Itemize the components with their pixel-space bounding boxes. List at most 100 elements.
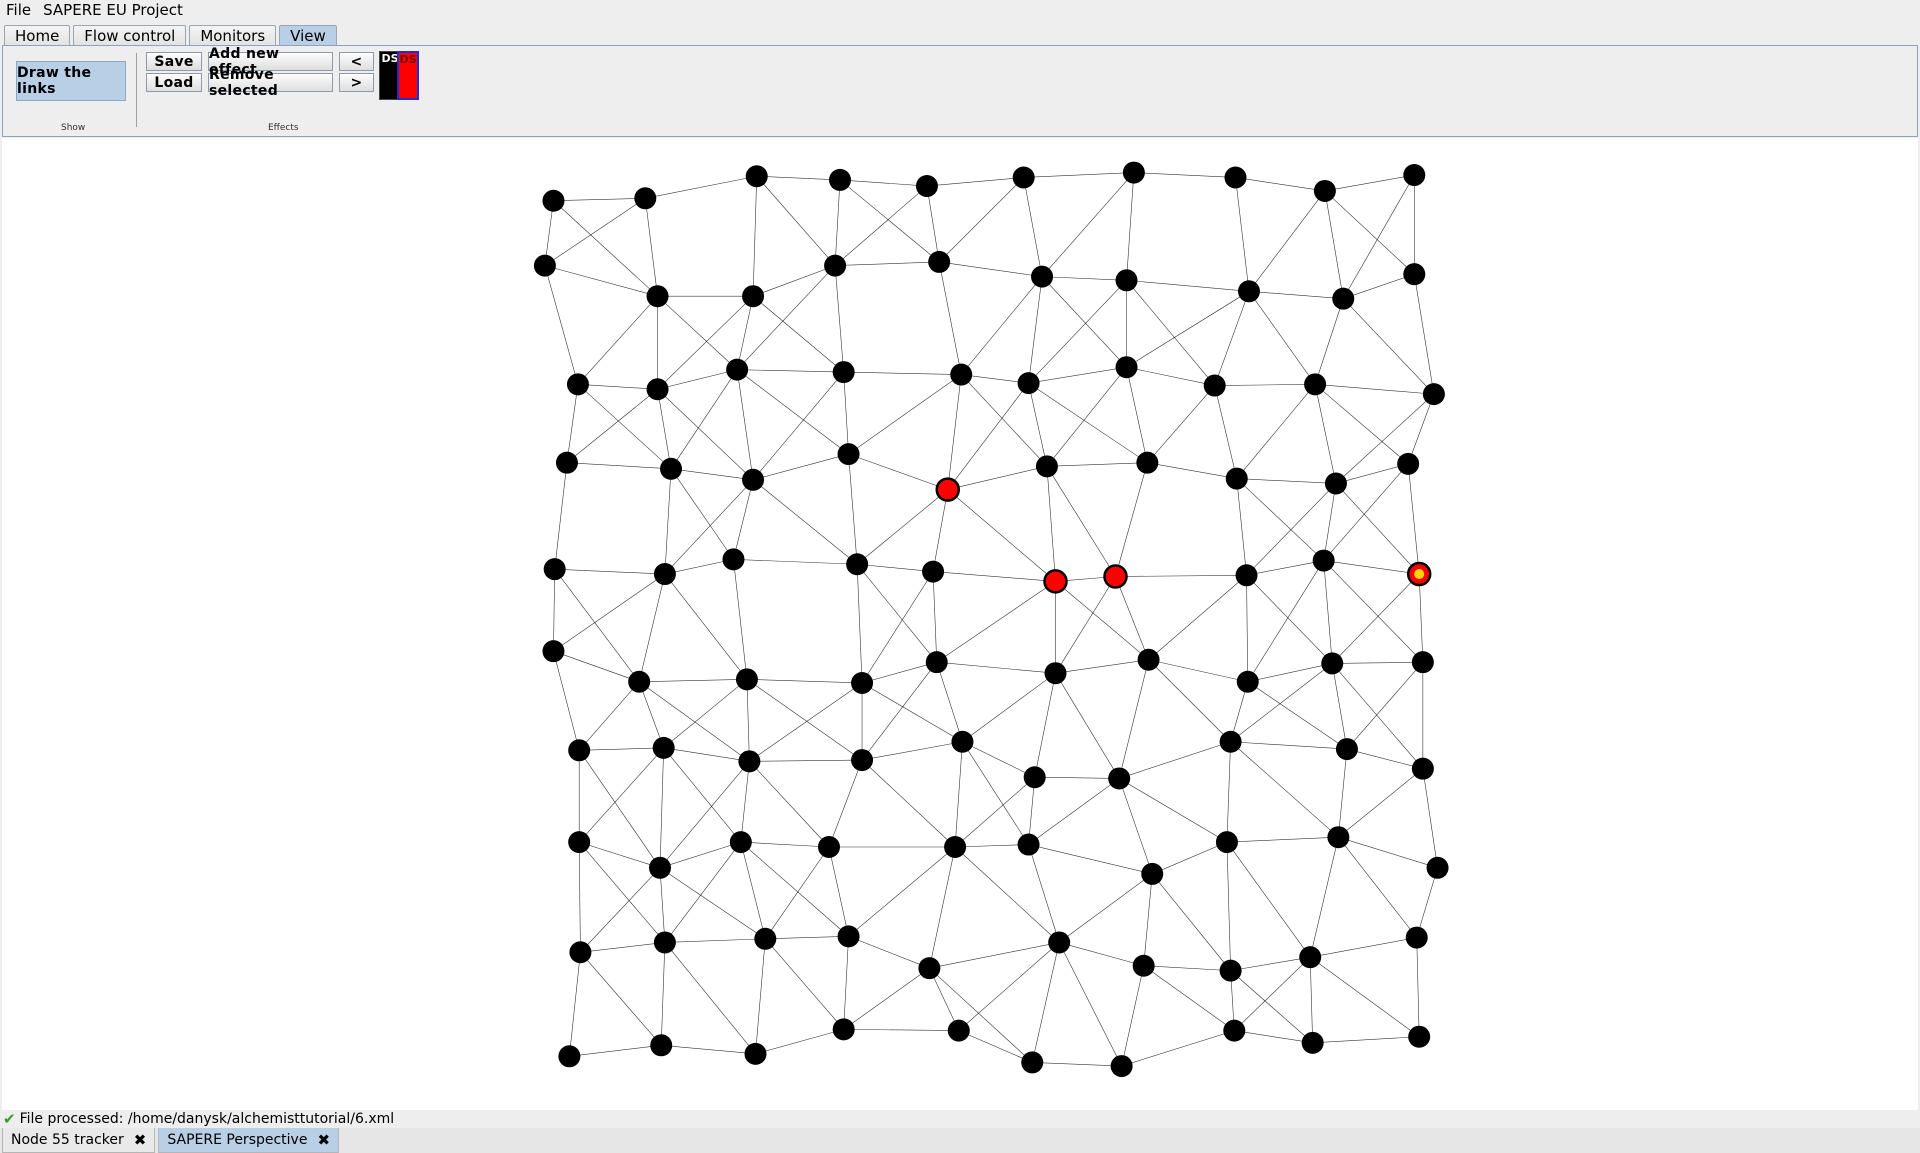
network-node[interactable] (754, 927, 777, 950)
network-node[interactable] (744, 1042, 767, 1065)
network-node[interactable] (649, 856, 671, 879)
network-node[interactable] (1110, 1055, 1133, 1078)
network-node[interactable] (1137, 648, 1160, 671)
network-node[interactable] (1426, 856, 1449, 879)
network-node[interactable] (1044, 662, 1067, 685)
network-node[interactable] (568, 739, 591, 762)
network-node[interactable] (652, 736, 675, 759)
network-node[interactable] (1405, 926, 1428, 949)
load-button[interactable]: Load (146, 73, 202, 92)
network-node[interactable] (1215, 831, 1238, 854)
network-node[interactable] (922, 560, 945, 583)
network-node[interactable] (950, 363, 973, 386)
tab-view[interactable]: View (279, 25, 337, 46)
close-icon[interactable]: ✖ (317, 1131, 330, 1149)
network-node[interactable] (1408, 1025, 1431, 1048)
save-button[interactable]: Save (146, 52, 202, 71)
network-node[interactable] (1219, 959, 1242, 982)
tab-monitors[interactable]: Monitors (189, 25, 277, 46)
network-node[interactable] (543, 558, 566, 581)
network-node[interactable] (1313, 179, 1336, 202)
tab-node-tracker[interactable]: Node 55 tracker ✖ (2, 1128, 156, 1153)
network-node[interactable] (944, 836, 967, 859)
network-node[interactable] (729, 831, 752, 854)
close-icon[interactable]: ✖ (134, 1131, 147, 1149)
network-node[interactable] (915, 175, 938, 198)
network-node[interactable] (569, 941, 592, 964)
draw-links-button[interactable]: Draw the links (16, 61, 126, 101)
tab-home[interactable]: Home (4, 25, 71, 46)
network-node[interactable] (1203, 374, 1226, 397)
network-node[interactable] (735, 668, 758, 691)
network-node[interactable] (1299, 946, 1322, 969)
tab-flow-control[interactable]: Flow control (73, 25, 187, 46)
network-node[interactable] (1141, 862, 1164, 885)
network-node[interactable] (555, 451, 578, 474)
network-node[interactable] (558, 1045, 581, 1068)
network-node[interactable] (1312, 549, 1335, 572)
network-node[interactable] (1048, 931, 1071, 954)
network-node[interactable] (918, 957, 941, 980)
network-node[interactable] (1108, 767, 1131, 790)
network-node[interactable] (1017, 372, 1040, 395)
previous-effect-button[interactable]: < (339, 52, 374, 71)
tab-sapere-perspective[interactable]: SAPERE Perspective ✖ (158, 1128, 340, 1153)
network-node[interactable] (568, 831, 591, 854)
network-node[interactable] (1115, 356, 1138, 379)
network-node[interactable] (951, 730, 974, 753)
next-effect-button[interactable]: > (339, 73, 374, 92)
network-node[interactable] (1219, 730, 1242, 753)
network-node[interactable] (1035, 455, 1058, 478)
network-node[interactable] (1225, 467, 1248, 490)
network-node[interactable] (1335, 738, 1358, 761)
network-node[interactable] (1017, 833, 1040, 856)
network-node[interactable] (1411, 651, 1434, 674)
network-node[interactable] (1235, 564, 1258, 587)
network-node-active[interactable] (1103, 564, 1128, 589)
network-node[interactable] (1237, 280, 1260, 303)
network-node[interactable] (1021, 1051, 1044, 1074)
network-node[interactable] (928, 250, 951, 273)
network-view[interactable] (2, 138, 1918, 1110)
network-node[interactable] (634, 187, 657, 210)
network-node[interactable] (1304, 373, 1327, 396)
network-node[interactable] (566, 373, 589, 396)
network-node[interactable] (542, 640, 565, 663)
network-node[interactable] (726, 358, 749, 381)
network-node[interactable] (824, 254, 847, 277)
network-node[interactable] (1327, 826, 1350, 849)
network-node[interactable] (542, 189, 565, 212)
network-node[interactable] (851, 671, 874, 694)
network-node[interactable] (742, 468, 765, 491)
network-node[interactable] (533, 254, 556, 277)
network-node[interactable] (947, 1019, 970, 1042)
network-graph[interactable] (2, 138, 1918, 1110)
network-node[interactable] (1136, 451, 1159, 474)
network-node[interactable] (1301, 1031, 1324, 1054)
network-node[interactable] (653, 931, 676, 954)
network-node[interactable] (1132, 954, 1155, 977)
network-node[interactable] (1023, 766, 1046, 789)
network-node[interactable] (832, 361, 855, 384)
network-node[interactable] (660, 457, 683, 480)
effect-swatch-red[interactable]: DS (397, 51, 419, 100)
network-node[interactable] (837, 925, 860, 948)
network-node[interactable] (1422, 383, 1445, 406)
network-node[interactable] (1012, 166, 1035, 189)
network-node[interactable] (1411, 757, 1434, 780)
network-node[interactable] (745, 165, 768, 188)
menu-sapere-project[interactable]: SAPERE EU Project (37, 1, 189, 19)
network-node[interactable] (628, 670, 651, 693)
network-node-active[interactable] (1043, 569, 1068, 594)
network-node[interactable] (650, 1034, 673, 1057)
network-node[interactable] (646, 285, 669, 308)
network-node[interactable] (1223, 1019, 1246, 1042)
network-node-active[interactable] (935, 477, 961, 502)
network-node[interactable] (817, 836, 840, 859)
network-node[interactable] (1122, 161, 1145, 184)
remove-selected-button[interactable]: Remove selected (208, 67, 333, 99)
network-node[interactable] (1332, 287, 1355, 310)
network-node[interactable] (1236, 670, 1259, 693)
network-node[interactable] (925, 651, 948, 674)
network-node[interactable] (1403, 263, 1426, 286)
